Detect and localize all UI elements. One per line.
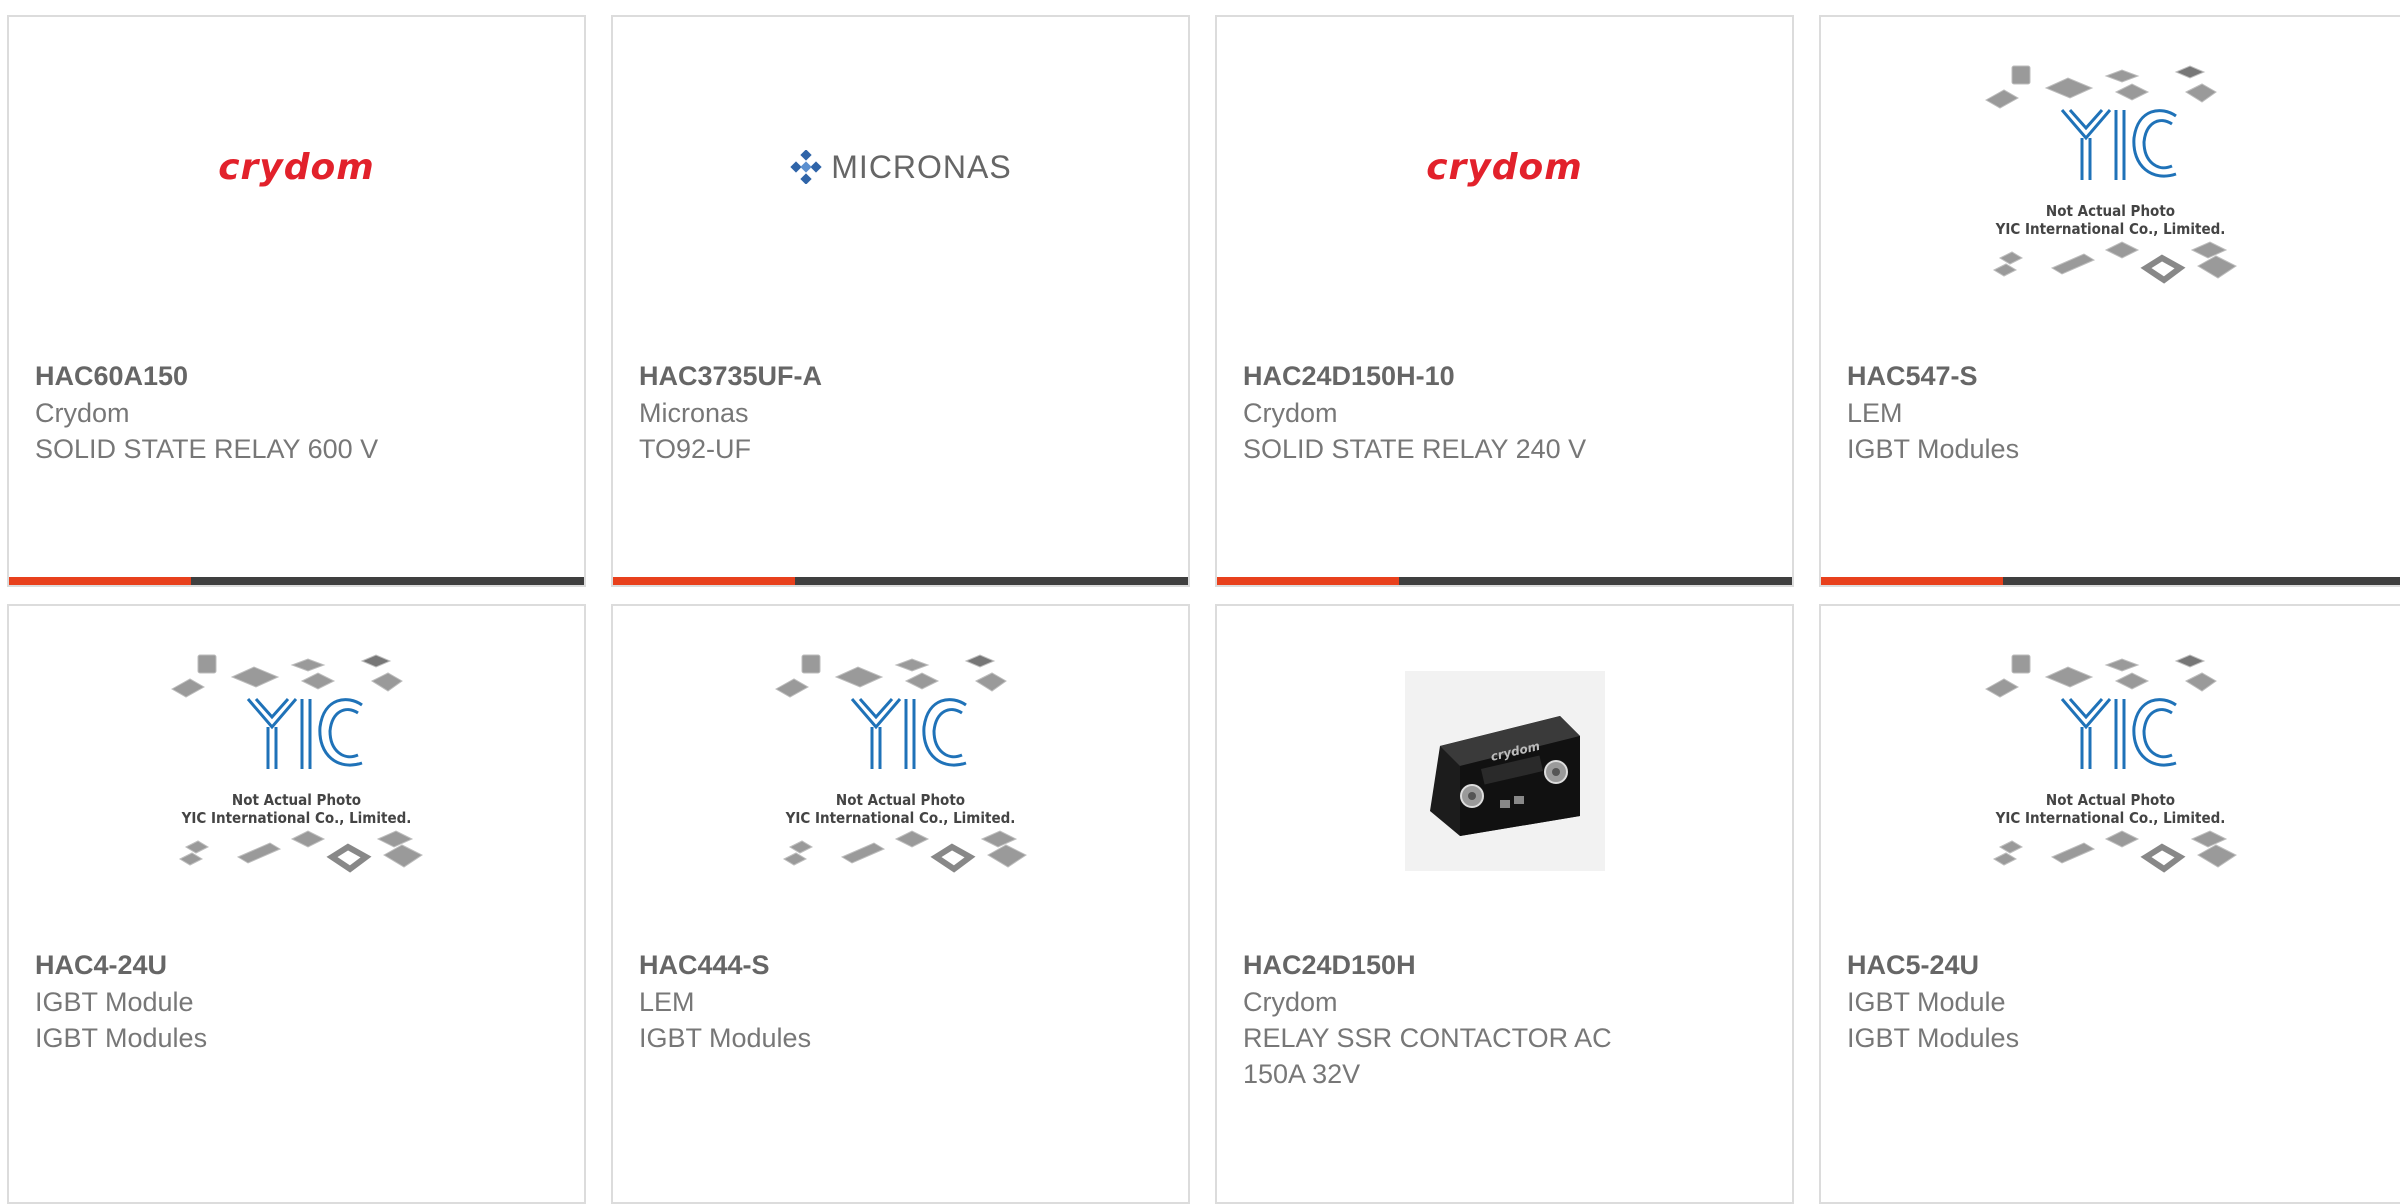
product-image[interactable]: Not Actual Photo YIC International Co., … bbox=[1821, 17, 2400, 347]
crydom-logo: crydom bbox=[1426, 146, 1583, 188]
product-card[interactable]: crydom HAC24D150H Crydom RELAY SSR CONTA… bbox=[1215, 604, 1794, 1204]
relay-photo: crydom bbox=[1404, 671, 1605, 871]
not-actual-photo-caption: Not Actual Photo YIC International Co., … bbox=[181, 791, 412, 827]
accent-bar bbox=[1821, 577, 2003, 585]
description: TO92-UF bbox=[639, 434, 752, 464]
description: IGBT Modules bbox=[1847, 1023, 2020, 1053]
micronas-logo-text: MICRONAS bbox=[831, 148, 1012, 185]
description: RELAY SSR CONTACTOR AC 150A 32V bbox=[1243, 1023, 1612, 1089]
part-number[interactable]: HAC60A150 bbox=[35, 357, 564, 395]
yic-placeholder-icon bbox=[1984, 65, 2237, 284]
accent-bar bbox=[9, 577, 191, 585]
product-image[interactable]: Not Actual Photo YIC International Co., … bbox=[9, 606, 584, 936]
not-actual-photo-caption: Not Actual Photo YIC International Co., … bbox=[1995, 791, 2226, 827]
manufacturer: Crydom bbox=[35, 398, 130, 428]
micronas-logo: MICRONAS bbox=[789, 149, 1011, 186]
product-card[interactable]: Not Actual Photo YIC International Co., … bbox=[611, 604, 1190, 1204]
not-actual-photo-caption: Not Actual Photo YIC International Co., … bbox=[785, 791, 1016, 827]
not-actual-photo-caption: Not Actual Photo YIC International Co., … bbox=[1995, 202, 2226, 238]
manufacturer: Micronas bbox=[639, 398, 749, 428]
accent-bar bbox=[1217, 577, 1399, 585]
part-number[interactable]: HAC4-24U bbox=[35, 946, 564, 984]
part-number[interactable]: HAC24D150H-10 bbox=[1243, 357, 1772, 395]
not-actual-photo-placeholder: Not Actual Photo YIC International Co., … bbox=[162, 651, 432, 891]
product-card[interactable]: Not Actual Photo YIC International Co., … bbox=[1819, 15, 2400, 587]
card-footer-bar bbox=[9, 577, 584, 585]
card-footer-bar bbox=[1821, 577, 2400, 585]
product-card[interactable]: MICRONAS HAC3735UF-A Micronas TO92-UF bbox=[611, 15, 1190, 587]
product-image[interactable]: crydom bbox=[9, 17, 584, 347]
not-actual-photo-placeholder: Not Actual Photo YIC International Co., … bbox=[1976, 651, 2246, 891]
product-grid: crydom HAC60A150 Crydom SOLID STATE RELA… bbox=[7, 15, 2400, 1204]
description: SOLID STATE RELAY 240 V bbox=[1243, 434, 1587, 464]
micronas-diamond-icon bbox=[790, 150, 822, 184]
product-image[interactable]: MICRONAS bbox=[613, 17, 1188, 347]
manufacturer: LEM bbox=[1847, 398, 1903, 428]
product-card[interactable]: Not Actual Photo YIC International Co., … bbox=[7, 604, 586, 1204]
card-footer-bar bbox=[613, 577, 1188, 585]
product-image[interactable]: crydom bbox=[1217, 17, 1792, 347]
description: SOLID STATE RELAY 600 V bbox=[35, 434, 379, 464]
not-actual-photo-placeholder: Not Actual Photo YIC International Co., … bbox=[766, 651, 1036, 891]
product-image[interactable]: Not Actual Photo YIC International Co., … bbox=[613, 606, 1188, 936]
accent-bar bbox=[613, 577, 795, 585]
part-number[interactable]: HAC444-S bbox=[639, 946, 1168, 984]
description: IGBT Modules bbox=[35, 1023, 208, 1053]
solid-state-relay-icon: crydom bbox=[1429, 716, 1580, 836]
part-number[interactable]: HAC547-S bbox=[1847, 357, 2387, 395]
crydom-logo: crydom bbox=[218, 146, 375, 188]
yic-placeholder-icon bbox=[1984, 654, 2237, 873]
manufacturer: LEM bbox=[639, 987, 695, 1017]
product-card[interactable]: crydom HAC60A150 Crydom SOLID STATE RELA… bbox=[7, 15, 586, 587]
not-actual-photo-placeholder: Not Actual Photo YIC International Co., … bbox=[1976, 62, 2246, 302]
product-image[interactable]: Not Actual Photo YIC International Co., … bbox=[1821, 606, 2400, 936]
part-number[interactable]: HAC5-24U bbox=[1847, 946, 2387, 984]
manufacturer: Crydom bbox=[1243, 987, 1338, 1017]
manufacturer: IGBT Module bbox=[35, 987, 194, 1017]
description: IGBT Modules bbox=[1847, 434, 2020, 464]
product-card[interactable]: Not Actual Photo YIC International Co., … bbox=[1819, 604, 2400, 1204]
manufacturer: IGBT Module bbox=[1847, 987, 2006, 1017]
part-number[interactable]: HAC24D150H bbox=[1243, 946, 1772, 984]
product-card[interactable]: crydom HAC24D150H-10 Crydom SOLID STATE … bbox=[1215, 15, 1794, 587]
card-footer-bar bbox=[1217, 577, 1792, 585]
yic-placeholder-icon bbox=[170, 654, 423, 873]
part-number[interactable]: HAC3735UF-A bbox=[639, 357, 1168, 395]
product-image[interactable]: crydom bbox=[1217, 606, 1792, 936]
description: IGBT Modules bbox=[639, 1023, 812, 1053]
yic-placeholder-icon bbox=[774, 654, 1027, 873]
manufacturer: Crydom bbox=[1243, 398, 1338, 428]
